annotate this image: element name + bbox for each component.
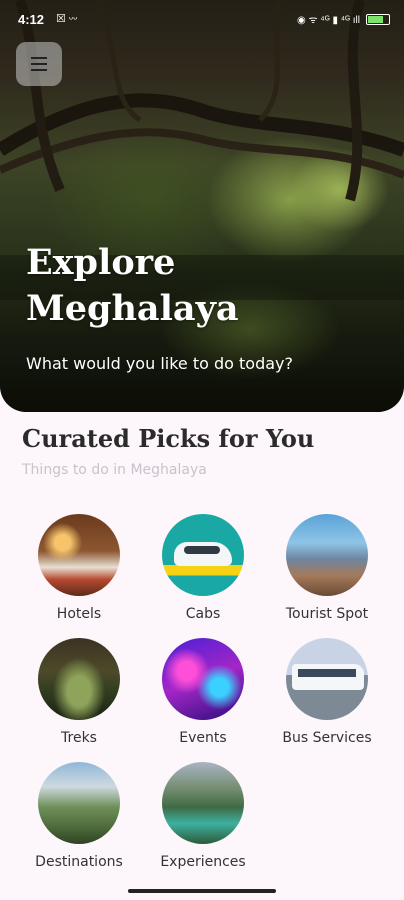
signal-icons: ◉ ᯤ ⁴ᴳ ▮ ⁴ᴳ ıll	[297, 15, 360, 26]
category-label: Tourist Spot	[285, 606, 369, 622]
category-label: Events	[179, 730, 227, 746]
hero-title: Explore Meghalaya	[26, 242, 239, 329]
hero-banner: 4:12 ☒ ᵕᵕ ◉ ᯤ ⁴ᴳ ▮ ⁴ᴳ ıll Explore Meghal…	[0, 0, 404, 412]
tourist-spot-image	[286, 514, 368, 596]
category-label: Hotels	[56, 606, 102, 622]
notification-icons: ☒ ᵕᵕ	[56, 13, 78, 25]
category-label: Experiences	[160, 854, 246, 870]
hotels-image	[38, 514, 120, 596]
bus-services-image	[286, 638, 368, 720]
section-title: Curated Picks for You	[22, 424, 315, 453]
category-label: Bus Services	[282, 730, 372, 746]
cabs-image	[162, 514, 244, 596]
destinations-image	[38, 762, 120, 844]
category-label: Cabs	[185, 606, 221, 622]
category-events[interactable]: Events	[141, 638, 265, 746]
events-image	[162, 638, 244, 720]
category-cabs[interactable]: Cabs	[141, 514, 265, 622]
category-label: Destinations	[35, 854, 123, 870]
battery-icon	[366, 13, 390, 25]
category-bus-services[interactable]: Bus Services	[265, 638, 389, 746]
status-time: 4:12	[18, 12, 45, 27]
status-bar: 4:12 ☒ ᵕᵕ ◉ ᯤ ⁴ᴳ ▮ ⁴ᴳ ıll	[0, 0, 404, 38]
category-destinations[interactable]: Destinations	[17, 762, 141, 870]
section-subtitle: Things to do in Meghalaya	[22, 462, 207, 478]
treks-image	[38, 638, 120, 720]
menu-button[interactable]	[16, 42, 62, 86]
category-experiences[interactable]: Experiences	[141, 762, 265, 870]
status-icons: ◉ ᯤ ⁴ᴳ ▮ ⁴ᴳ ıll	[297, 12, 390, 26]
category-hotels[interactable]: Hotels	[17, 514, 141, 622]
category-tourist-spot[interactable]: Tourist Spot	[265, 514, 389, 622]
category-treks[interactable]: Treks	[17, 638, 141, 746]
hero-subtitle: What would you like to do today?	[26, 354, 293, 373]
category-label: Treks	[61, 730, 97, 746]
home-indicator[interactable]	[128, 889, 276, 893]
experiences-image	[162, 762, 244, 844]
hamburger-icon	[31, 57, 47, 59]
